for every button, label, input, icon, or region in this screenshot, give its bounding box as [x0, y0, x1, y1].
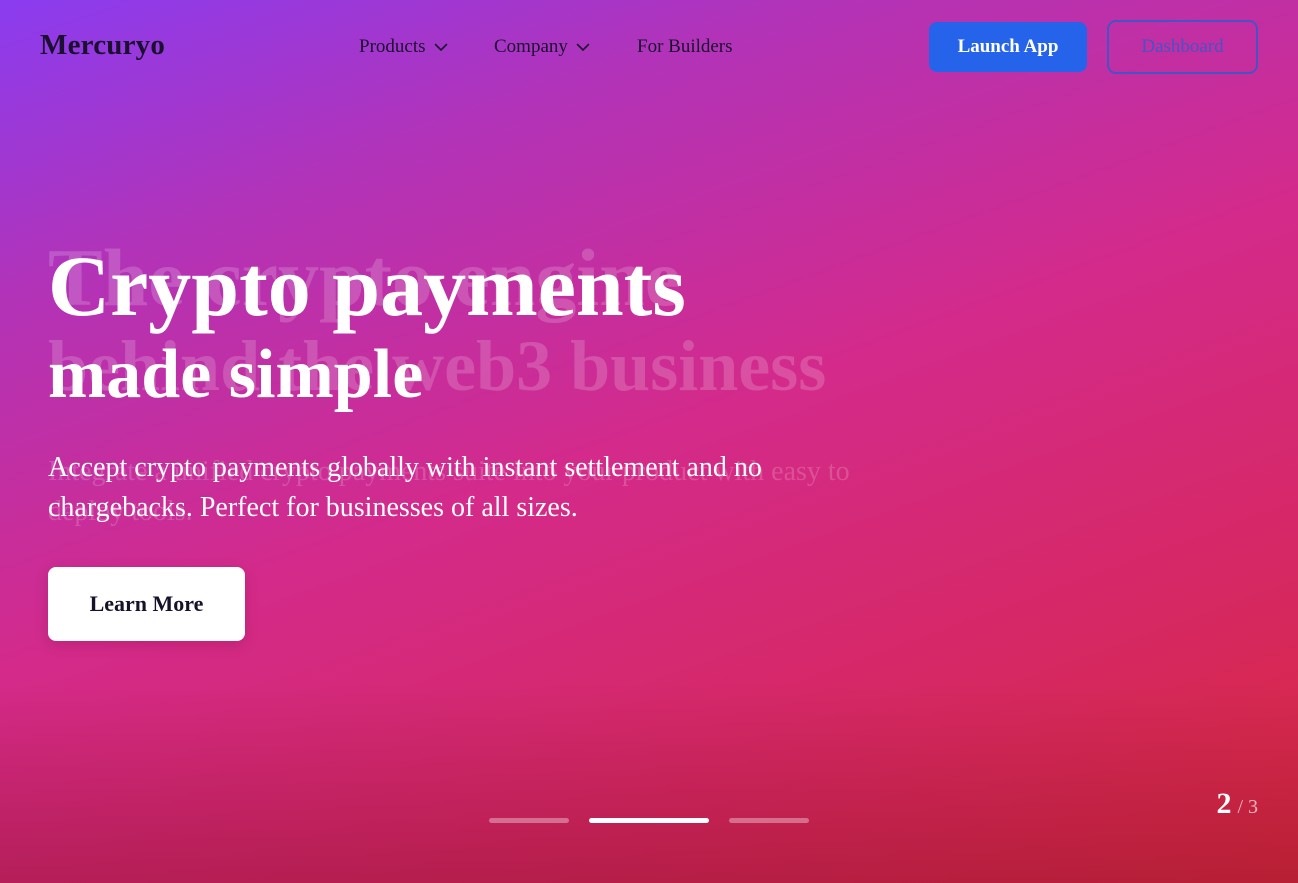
menu-item-label: Products [359, 36, 426, 57]
menu-item-label: For Builders [637, 36, 733, 57]
launch-app-button[interactable]: Launch App [929, 22, 1087, 72]
dashboard-button[interactable]: Dashboard [1107, 20, 1258, 74]
bottom-vignette [0, 683, 1298, 883]
learn-more-button[interactable]: Learn More [48, 567, 245, 641]
menu-item-products[interactable]: Products [359, 36, 494, 58]
slide-indicator-1[interactable] [489, 818, 569, 823]
hero-headline: Crypto payments made simple [48, 238, 686, 418]
hero-description: Accept crypto payments globally with ins… [48, 452, 762, 523]
slide-indicator-2-active[interactable] [589, 818, 709, 823]
chevron-down-icon [434, 43, 447, 51]
slide-indicator-3[interactable] [729, 818, 809, 823]
main-menu: Products Company For Builders [359, 36, 733, 58]
menu-item-label: Company [494, 36, 568, 57]
hero-title-line1: Crypto payments [48, 238, 686, 334]
menu-item-for-builders[interactable]: For Builders [637, 36, 733, 58]
slide-counter-separator: / [1237, 796, 1243, 818]
brand-logo[interactable]: Mercuryo [40, 29, 165, 62]
hero-title-line2: made simple [48, 336, 424, 413]
slide-counter-current: 2 [1216, 787, 1232, 820]
menu-item-company[interactable]: Company [494, 36, 637, 58]
top-navigation: Mercuryo Products Company For Builders L… [0, 0, 1298, 95]
slide-indicators [489, 818, 809, 823]
slide-counter: 2 / 3 [1216, 787, 1258, 821]
chevron-down-icon [576, 43, 590, 51]
slide-counter-total: 3 [1248, 796, 1258, 818]
